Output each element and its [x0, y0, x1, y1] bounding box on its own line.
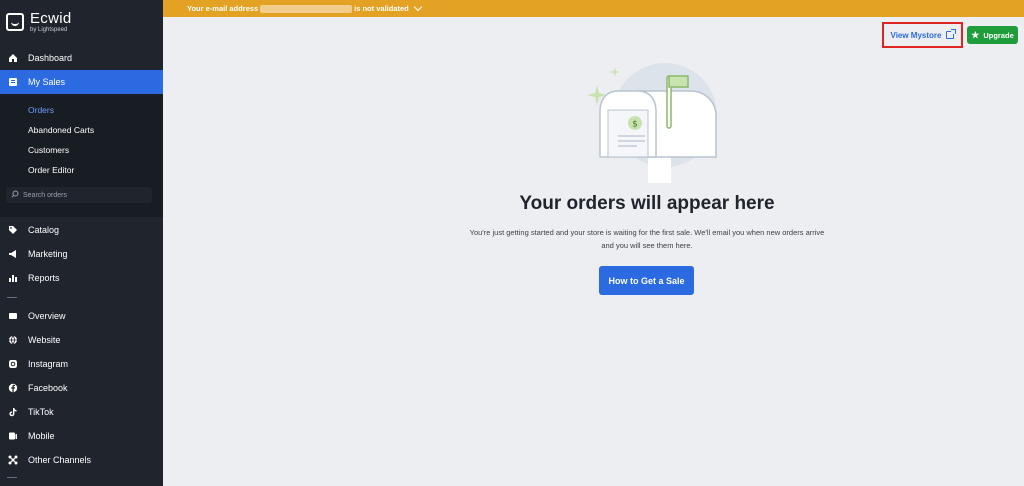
sidebar-item-label: Facebook [28, 383, 68, 393]
chevron-down-icon[interactable] [413, 2, 422, 12]
mailbox-illustration: $ [587, 63, 717, 183]
tiktok-icon [8, 407, 18, 417]
sales-icon [8, 77, 18, 87]
overview-icon [8, 311, 18, 321]
instagram-icon [8, 359, 18, 369]
chart-icon [8, 273, 18, 283]
banner-suffix: is not validated [354, 4, 409, 13]
sidebar-item-instagram[interactable]: Instagram [0, 352, 163, 376]
empty-state-title: Your orders will appear here [519, 193, 775, 214]
sidebar-subitem-abandoned-carts[interactable]: Abandoned Carts [28, 125, 94, 135]
sidebar-item-mobile[interactable]: Mobile [0, 424, 163, 448]
banner-prefix: Your e-mail address [187, 4, 259, 13]
search-placeholder: Search orders [23, 191, 67, 199]
logo[interactable]: Ecwid by Lightspeed [6, 9, 72, 35]
sidebar-item-my-sales[interactable]: My Sales [0, 70, 163, 94]
view-mystore-label: View Mystore [890, 30, 942, 40]
sidebar-item-other-channels[interactable]: Other Channels [0, 448, 163, 472]
sidebar-item-label: Marketing [28, 249, 68, 259]
sidebar-item-tiktok[interactable]: TikTok [0, 400, 163, 424]
sidebar-subitem-orders[interactable]: Orders [28, 105, 54, 115]
sidebar-item-label: Dashboard [28, 53, 73, 63]
search-icon [11, 190, 19, 200]
sidebar-item-marketing[interactable]: Marketing [0, 242, 163, 266]
how-to-get-a-sale-button[interactable]: How to Get a Sale [599, 266, 694, 295]
sidebar-item-label: Catalog [28, 225, 60, 235]
email-validation-banner[interactable]: Your e-mail address is not validated [163, 0, 1024, 17]
star-icon: ★ [971, 29, 980, 40]
sidebar-item-catalog[interactable]: Catalog [0, 218, 163, 242]
search-orders-input[interactable]: Search orders [6, 187, 152, 203]
sidebar-item-label: Website [28, 335, 61, 345]
megaphone-icon [8, 249, 18, 259]
sidebar-item-facebook[interactable]: Facebook [0, 376, 163, 400]
sidebar-item-label: Mobile [28, 431, 55, 441]
sidebar: Ecwid by Lightspeed Dashboard My Sales O… [0, 0, 163, 486]
sidebar-item-reports[interactable]: Reports [0, 266, 163, 290]
sidebar-item-label: Reports [28, 273, 60, 283]
redacted-email [260, 4, 353, 13]
sidebar-divider [7, 297, 17, 298]
sidebar-subitem-customers[interactable]: Customers [28, 145, 69, 155]
external-link-icon [946, 29, 957, 39]
logo-sub: by Lightspeed [30, 27, 68, 33]
empty-state-line-2: and you will see them here. [601, 241, 693, 250]
upgrade-button[interactable]: ★ Upgrade [967, 26, 1018, 44]
channels-icon [8, 455, 18, 465]
sidebar-item-label: Overview [28, 311, 66, 321]
sidebar-item-label: TikTok [28, 407, 54, 417]
empty-state-description: You're just getting started and your sto… [430, 226, 864, 252]
view-mystore-button[interactable]: View Mystore [882, 22, 963, 48]
svg-text:$: $ [632, 120, 638, 130]
sidebar-item-website[interactable]: Website [0, 328, 163, 352]
upgrade-label: Upgrade [983, 30, 1014, 40]
globe-icon [8, 335, 18, 345]
facebook-icon [8, 383, 18, 393]
sidebar-subitem-order-editor[interactable]: Order Editor [28, 165, 74, 175]
sidebar-item-label: Instagram [28, 359, 69, 369]
empty-state-line-1: You're just getting started and your sto… [469, 228, 825, 237]
logo-name: Ecwid [30, 10, 72, 27]
mobile-icon [8, 431, 18, 441]
sidebar-item-overview[interactable]: Overview [0, 304, 163, 328]
tag-icon [8, 225, 18, 235]
home-icon [8, 53, 18, 63]
sidebar-item-dashboard[interactable]: Dashboard [0, 46, 163, 70]
sidebar-item-label: My Sales [28, 77, 66, 87]
sidebar-divider [7, 477, 17, 478]
sidebar-item-label: Other Channels [28, 455, 92, 465]
ecwid-logo-icon [6, 13, 24, 31]
